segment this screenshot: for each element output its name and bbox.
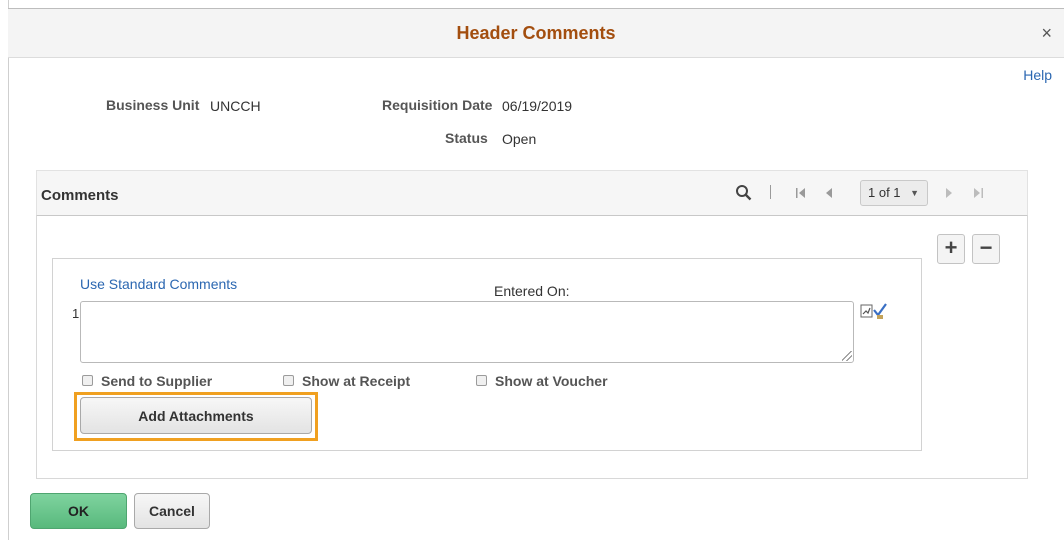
business-unit-label: Business Unit	[106, 97, 200, 113]
add-row-button[interactable]: +	[937, 234, 965, 264]
pager-divider	[770, 185, 771, 199]
requisition-date-value: 06/19/2019	[502, 98, 573, 114]
requisition-date-label: Requisition Date	[382, 97, 493, 113]
status-label: Status	[445, 130, 488, 146]
help-link[interactable]: Help	[1023, 67, 1052, 83]
search-icon[interactable]	[735, 184, 753, 202]
dialog-titlebar: Header Comments ×	[8, 8, 1064, 58]
entered-on-label: Entered On:	[494, 283, 570, 299]
page-selector[interactable]: 1 of 1 ▼	[860, 180, 928, 206]
comments-section-title: Comments	[41, 187, 119, 204]
add-attachments-button[interactable]: Add Attachments	[80, 397, 312, 434]
comments-section-header: Comments 1 of 1 ▼	[36, 170, 1028, 216]
show-at-receipt-checkbox[interactable]	[283, 375, 294, 386]
use-standard-comments-link[interactable]: Use Standard Comments	[80, 276, 237, 292]
business-unit-value: UNCCH	[210, 98, 261, 114]
first-page-icon[interactable]	[795, 187, 807, 199]
send-to-supplier-checkbox[interactable]	[82, 375, 93, 386]
row-number: 1	[72, 306, 80, 321]
delete-row-button[interactable]: −	[972, 234, 1000, 264]
last-page-icon[interactable]	[972, 187, 984, 199]
status-value: Open	[502, 131, 537, 147]
show-at-receipt-label: Show at Receipt	[302, 373, 411, 389]
page-selector-value: 1 of 1	[868, 185, 901, 200]
comment-textarea[interactable]	[80, 301, 854, 363]
resize-grip-icon[interactable]	[842, 351, 852, 361]
spell-check-icon[interactable]	[860, 302, 888, 320]
cancel-button[interactable]: Cancel	[134, 493, 210, 529]
next-page-icon[interactable]	[944, 187, 954, 199]
send-to-supplier-label: Send to Supplier	[101, 373, 213, 389]
show-at-voucher-label: Show at Voucher	[495, 373, 608, 389]
show-at-voucher-checkbox[interactable]	[476, 375, 487, 386]
chevron-down-icon: ▼	[910, 188, 919, 198]
dialog-title: Header Comments	[456, 23, 616, 43]
ok-button[interactable]: OK	[30, 493, 127, 529]
previous-page-icon[interactable]	[824, 187, 834, 199]
close-icon[interactable]: ×	[1041, 23, 1052, 44]
